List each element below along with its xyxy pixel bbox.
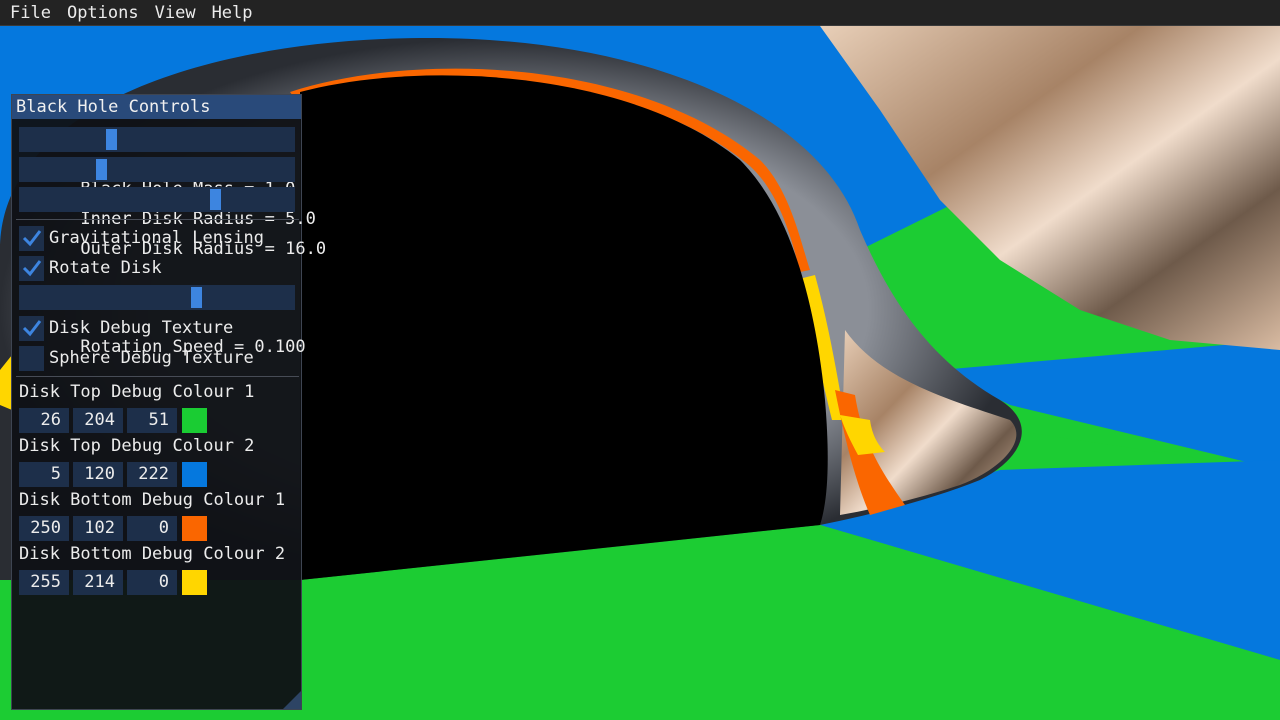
menu-bar: File Options View Help (0, 0, 1280, 26)
menu-file[interactable]: File (4, 0, 57, 26)
disk-top-debug-colour-2-label: Disk Top Debug Colour 2 (19, 436, 255, 456)
checkbox-label: Disk Debug Texture (49, 318, 234, 338)
outer-disk-radius-slider[interactable]: Outer Disk Radius = 16.0 (19, 187, 326, 259)
menu-options[interactable]: Options (61, 0, 145, 26)
gravitational-lensing-checkbox[interactable]: Gravitational Lensing (19, 225, 264, 251)
black-hole-mass-slider[interactable]: Black Hole Mass = 1.0 (19, 127, 295, 199)
disk-bottom-debug-colour-1-label: Disk Bottom Debug Colour 1 (19, 490, 286, 510)
window-resize-grip[interactable] (283, 691, 301, 709)
menu-help[interactable]: Help (206, 0, 259, 26)
colour-swatch[interactable] (182, 570, 207, 595)
slider-grab[interactable] (96, 159, 107, 180)
checkbox-label: Rotate Disk (49, 258, 162, 278)
red-input[interactable]: 26 (19, 408, 69, 433)
green-input[interactable]: 120 (73, 462, 123, 487)
checkbox-box[interactable] (19, 345, 44, 371)
blue-input[interactable]: 0 (127, 570, 177, 595)
menu-view[interactable]: View (149, 0, 202, 26)
rotate-disk-checkbox[interactable]: Rotate Disk (19, 255, 162, 281)
sphere-debug-texture-checkbox[interactable]: Sphere Debug Texture (19, 345, 254, 371)
checkmark-icon (22, 230, 41, 247)
green-input[interactable]: 214 (73, 570, 123, 595)
separator (16, 219, 299, 220)
rotation-speed-slider[interactable]: Rotation Speed = 0.100 (19, 285, 306, 357)
disk-debug-texture-checkbox[interactable]: Disk Debug Texture (19, 315, 233, 341)
checkmark-icon (22, 260, 41, 277)
checkbox-box[interactable] (19, 225, 44, 251)
green-input[interactable]: 102 (73, 516, 123, 541)
red-input[interactable]: 255 (19, 570, 69, 595)
checkbox-label: Gravitational Lensing (49, 228, 264, 248)
window-title[interactable]: Black Hole Controls (12, 95, 301, 119)
blue-input[interactable]: 51 (127, 408, 177, 433)
inner-disk-radius-slider[interactable]: Inner Disk Radius = 5.0 (19, 157, 316, 229)
slider-grab[interactable] (191, 287, 202, 308)
disk-top-debug-colour-1-label: Disk Top Debug Colour 1 (19, 382, 255, 402)
checkbox-box[interactable] (19, 315, 44, 341)
checkbox-box[interactable] (19, 255, 44, 281)
slider-grab[interactable] (210, 189, 221, 210)
colour-swatch[interactable] (182, 408, 207, 433)
blue-input[interactable]: 0 (127, 516, 177, 541)
black-hole-controls-window: Black Hole Controls Black Hole Mass = 1.… (11, 94, 326, 710)
colour-swatch[interactable] (182, 462, 207, 487)
checkbox-label: Sphere Debug Texture (49, 348, 254, 368)
disk-bottom-debug-colour-2-label: Disk Bottom Debug Colour 2 (19, 544, 286, 564)
colour-swatch[interactable] (182, 516, 207, 541)
slider-grab[interactable] (106, 129, 117, 150)
checkmark-icon (22, 320, 41, 337)
green-input[interactable]: 204 (73, 408, 123, 433)
blue-input[interactable]: 222 (127, 462, 177, 487)
red-input[interactable]: 250 (19, 516, 69, 541)
separator (16, 376, 299, 377)
red-input[interactable]: 5 (19, 462, 69, 487)
